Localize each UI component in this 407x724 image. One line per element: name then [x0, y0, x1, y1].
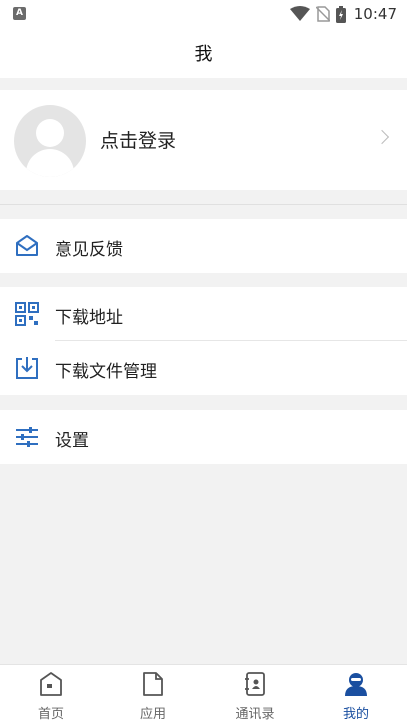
home-icon [40, 672, 62, 696]
tab-contacts[interactable]: 通讯录 [204, 665, 306, 724]
divider [0, 204, 407, 205]
tab-label: 应用 [139, 707, 166, 722]
notification-icon [13, 7, 26, 20]
bottom-tab-bar: 首页 应用 通讯录 我的 [0, 664, 407, 724]
settings-sliders-icon [16, 427, 38, 447]
battery-icon [335, 5, 346, 23]
no-sim-icon [315, 6, 330, 22]
status-icons: 10:47 [289, 4, 397, 24]
download-address-label: 下载地址 [55, 308, 123, 328]
login-label[interactable]: 点击登录 [100, 126, 176, 153]
status-bar: 10:47 [0, 0, 407, 28]
feedback-label: 意见反馈 [55, 240, 123, 260]
status-time: 10:47 [353, 5, 397, 23]
tab-label: 通讯录 [235, 707, 275, 722]
settings-section: 设置 [0, 410, 407, 464]
menu-item-download-manager[interactable]: 下载文件管理 [0, 341, 407, 395]
download-section: 下载地址 下载文件管理 [0, 287, 407, 395]
tab-label: 我的 [342, 707, 369, 722]
download-manager-label: 下载文件管理 [55, 362, 157, 382]
avatar[interactable] [14, 105, 86, 177]
menu-item-settings[interactable]: 设置 [0, 410, 407, 464]
chevron-right-icon [374, 129, 390, 145]
user-icon [345, 673, 367, 696]
page-title: 我 [194, 44, 213, 65]
tab-apps[interactable]: 应用 [102, 665, 204, 724]
download-icon [16, 357, 38, 379]
menu-item-download-address[interactable]: 下载地址 [0, 287, 407, 341]
wifi-icon [289, 6, 310, 21]
tab-home[interactable]: 首页 [0, 665, 102, 724]
profile-card[interactable]: 点击登录 [0, 90, 407, 190]
settings-label: 设置 [55, 431, 89, 451]
contacts-icon [245, 672, 265, 696]
feedback-section: 意见反馈 [0, 219, 407, 273]
envelope-icon [16, 235, 38, 256]
tab-label: 首页 [37, 707, 64, 722]
tab-me[interactable]: 我的 [305, 665, 407, 724]
app-icon [143, 672, 163, 696]
menu-item-feedback[interactable]: 意见反馈 [0, 219, 407, 273]
qr-code-icon [15, 302, 39, 326]
title-bar: 我 [0, 28, 407, 78]
